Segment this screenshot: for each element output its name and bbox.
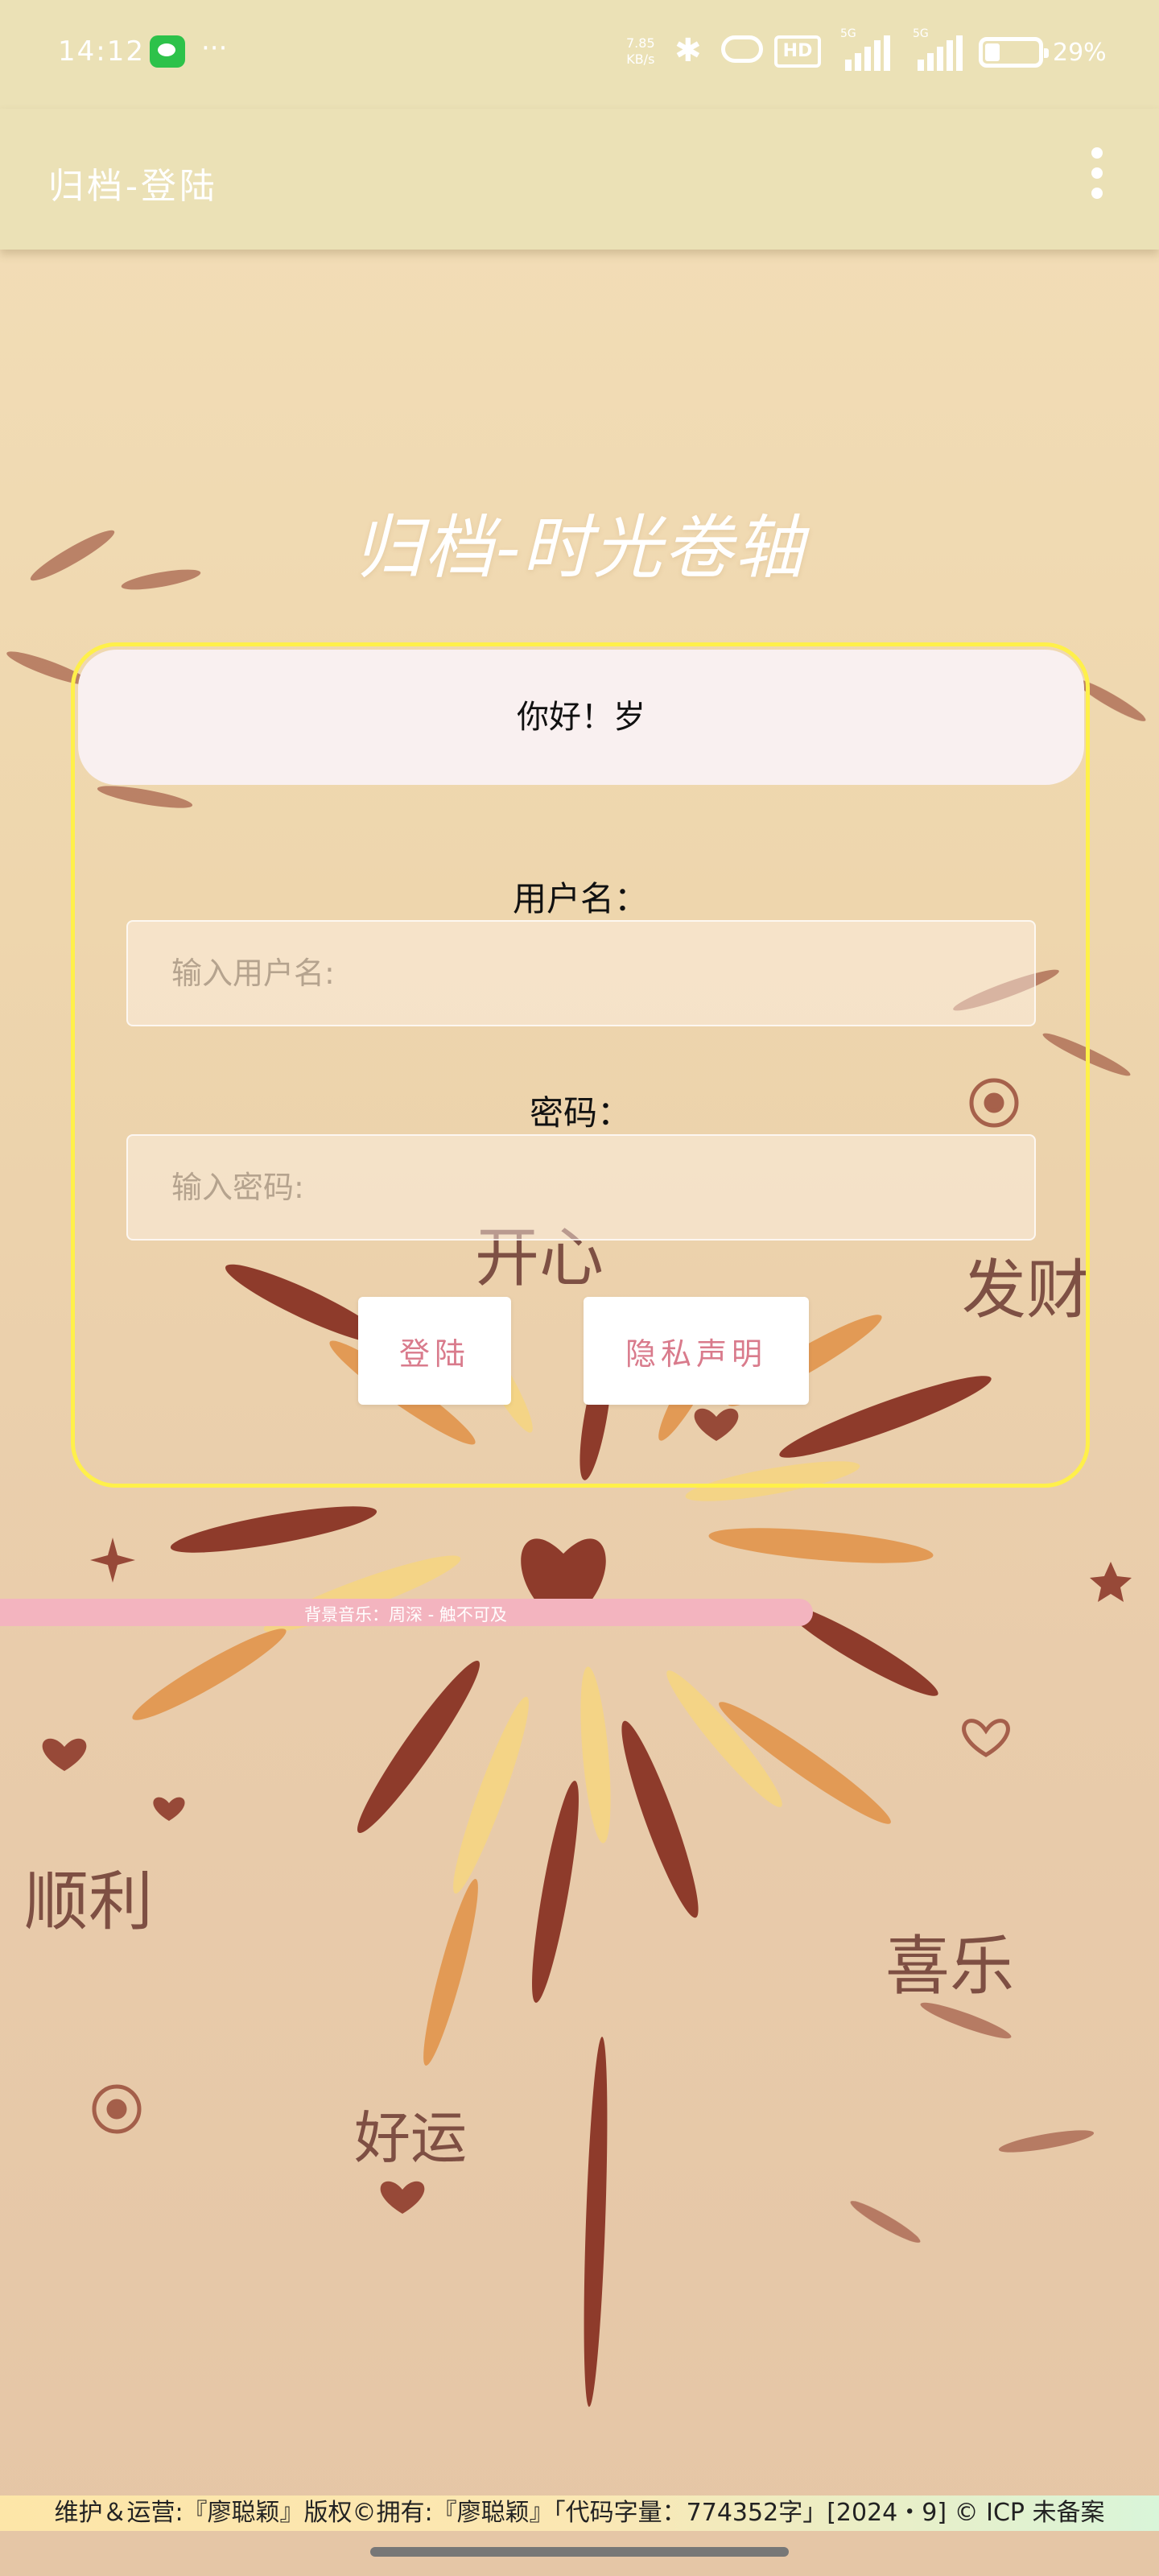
footer-copyright: 维护＆运营:『廖聪颖』版权©拥有:『廖聪颖』「代码字量：774352字」[202… (0, 2496, 1159, 2531)
more-notifications-icon: ··· (201, 32, 228, 64)
bg-word-smooth: 顺利 (24, 1864, 153, 1939)
wechat-icon (150, 35, 185, 68)
bg-word-joy: 喜乐 (885, 1929, 1014, 2004)
battery-level: 29% (1053, 39, 1107, 67)
bg-word-luck: 好运 (354, 2105, 467, 2171)
network-type-label: 5G (840, 27, 856, 40)
greeting-banner: 你好！岁 (78, 650, 1084, 785)
network-type-label: 5G (913, 27, 929, 40)
bluetooth-icon: ✱ (674, 32, 702, 69)
network-speed-value: 7.85 (626, 35, 655, 51)
privacy-button[interactable]: 隐私声明 (584, 1297, 809, 1405)
app-title: 归档-登陆 (48, 166, 218, 207)
signal-icon: 5G (837, 27, 893, 71)
home-indicator[interactable] (370, 2547, 789, 2557)
more-vertical-icon[interactable] (1091, 147, 1103, 199)
status-bar: 14:12 ··· 7.85 KB/s ✱ HD 5G 5G 29% (0, 0, 1159, 109)
status-time: 14:12 (58, 35, 145, 68)
music-bar[interactable]: 背景音乐：周深 - 触不可及 (0, 1599, 813, 1626)
username-label: 用户名： (512, 879, 648, 919)
network-speed: 7.85 KB/s (626, 35, 655, 68)
hd-icon: HD (774, 35, 821, 68)
password-input[interactable] (126, 1134, 1036, 1241)
username-input[interactable] (126, 920, 1036, 1026)
page-heading: 归档-时光卷轴 (353, 508, 806, 588)
network-speed-unit: KB/s (626, 52, 655, 67)
signal-icon: 5G (909, 27, 966, 71)
login-card: 你好！岁 用户名： 密码： 登陆 隐私声明 (71, 642, 1090, 1488)
password-label: 密码： (529, 1093, 631, 1133)
login-button[interactable]: 登陆 (358, 1297, 511, 1405)
app-bar: 归档-登陆 (0, 109, 1159, 250)
link-icon (721, 35, 763, 63)
battery-icon (979, 37, 1049, 68)
music-title: 背景音乐：周深 - 触不可及 (304, 1605, 507, 1624)
